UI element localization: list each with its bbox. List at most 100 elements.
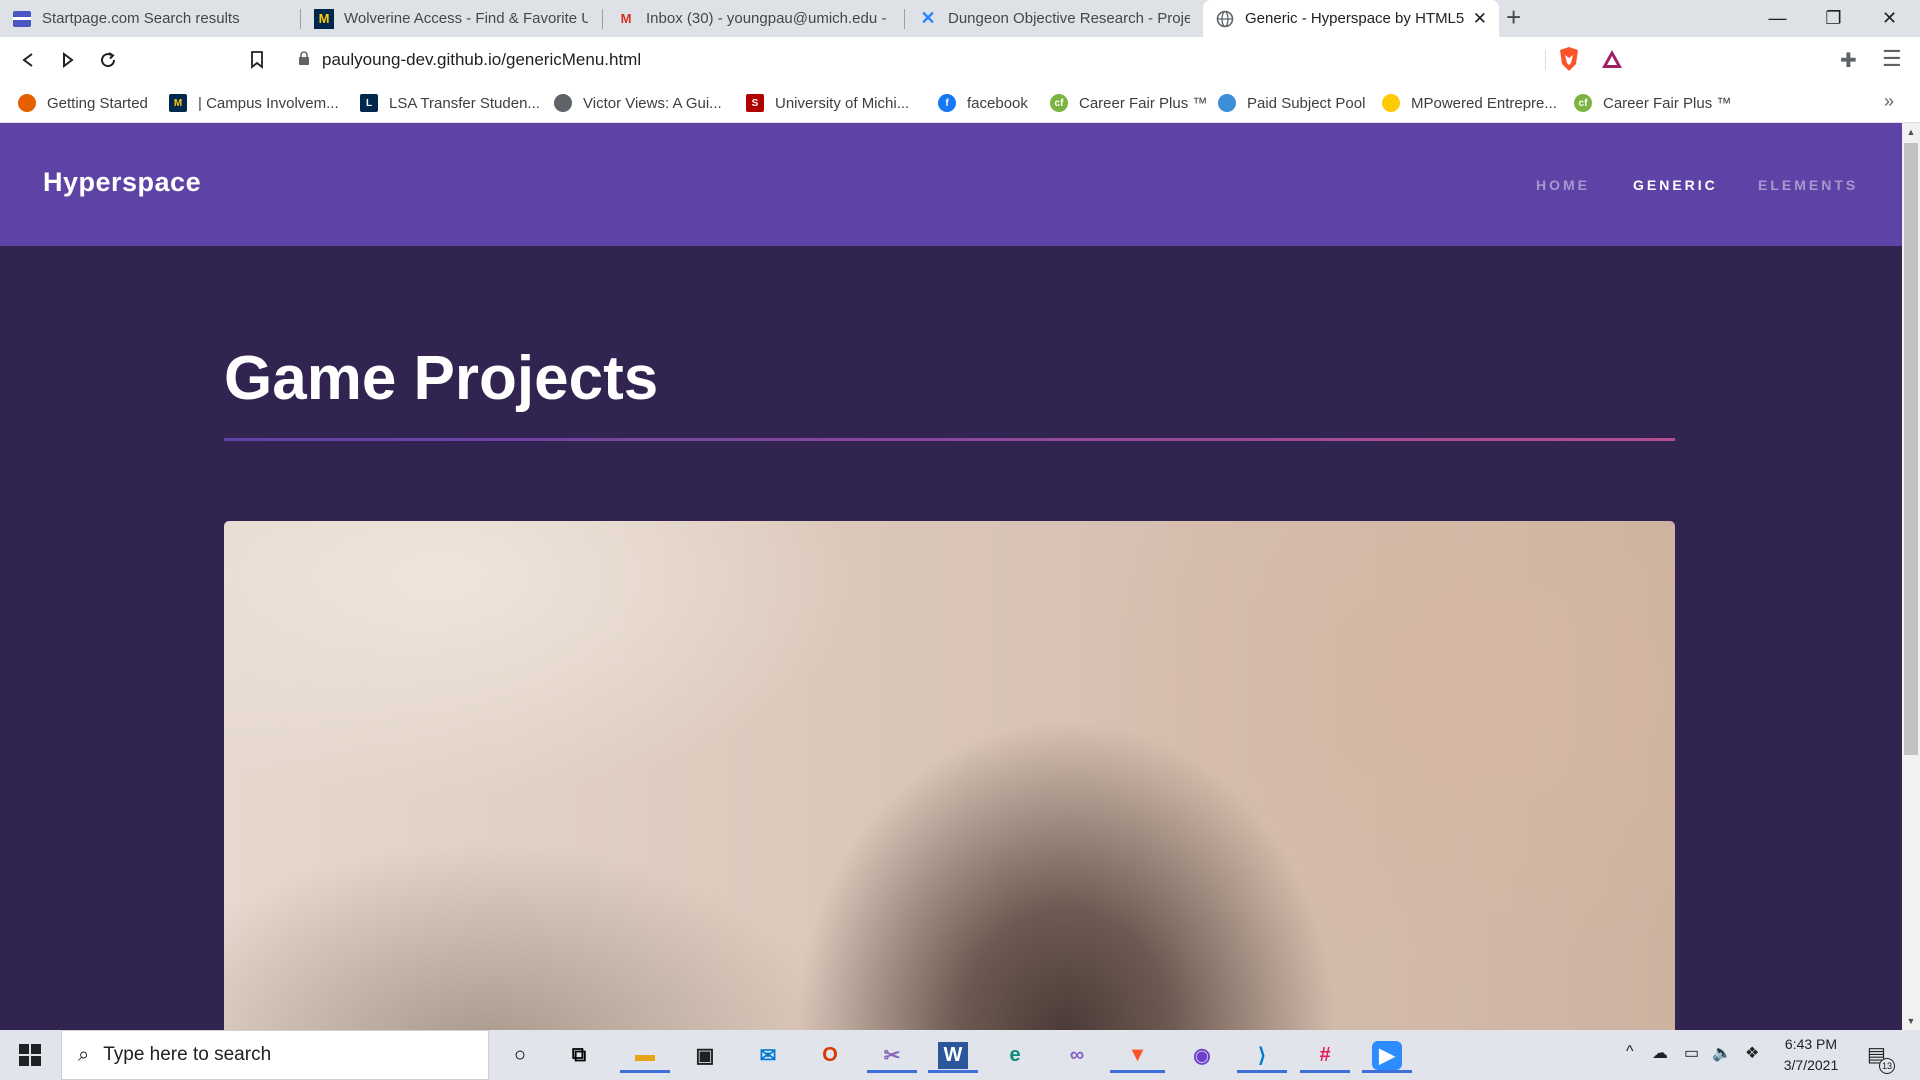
- reload-icon[interactable]: [94, 46, 122, 74]
- tab-startpage[interactable]: Startpage.com Search results: [0, 0, 298, 37]
- tab-title: Generic - Hyperspace by HTML5 U: [1245, 10, 1465, 27]
- active-app-indicator: [867, 1070, 917, 1073]
- show-hidden-icons-icon[interactable]: ^: [1626, 1043, 1634, 1061]
- more-bookmarks-icon[interactable]: »: [1884, 91, 1894, 112]
- active-app-indicator: [620, 1070, 670, 1073]
- brave-shield-icon[interactable]: [1557, 45, 1581, 73]
- scroll-down-icon[interactable]: ▼: [1902, 1012, 1920, 1030]
- tab-divider: [602, 9, 603, 29]
- active-app-indicator: [1110, 1070, 1165, 1073]
- github-desktop-icon[interactable]: ◉: [1182, 1037, 1222, 1073]
- search-icon: ⌕: [78, 1043, 90, 1066]
- tab-hyperspace-generic[interactable]: Generic - Hyperspace by HTML5 U ✕: [1203, 0, 1499, 37]
- brave-icon[interactable]: ▼: [1110, 1037, 1165, 1073]
- slack-icon[interactable]: #: [1300, 1037, 1350, 1073]
- extensions-icon[interactable]: ✚: [1840, 48, 1857, 73]
- startpage-icon: [12, 9, 32, 29]
- firefox-icon: [18, 94, 36, 112]
- zoom-icon[interactable]: ▶: [1362, 1037, 1412, 1073]
- bookmark-item[interactable]: Paid Subject Pool: [1218, 83, 1365, 123]
- restore-icon[interactable]: ❐: [1806, 0, 1861, 37]
- bookmark-item[interactable]: L LSA Transfer Studen...: [360, 83, 540, 123]
- office-icon[interactable]: O: [810, 1037, 850, 1073]
- back-icon[interactable]: [14, 46, 42, 74]
- scrollbar-thumb[interactable]: [1904, 143, 1918, 755]
- hero-image: [224, 521, 1675, 1030]
- facebook-icon: f: [938, 94, 956, 112]
- bookmark-label: Getting Started: [47, 94, 148, 112]
- globe-icon: [554, 94, 572, 112]
- address-bar[interactable]: paulyoung-dev.github.io/genericMenu.html: [286, 42, 1602, 78]
- careerfair-icon: cf: [1574, 94, 1592, 112]
- minimize-icon[interactable]: —: [1750, 0, 1805, 37]
- forward-icon[interactable]: [54, 46, 82, 74]
- vscode-icon[interactable]: ⟩: [1237, 1037, 1287, 1073]
- tab-wolverine-access[interactable]: M Wolverine Access - Find & Favorite Un: [302, 0, 600, 37]
- active-app-indicator: [1362, 1070, 1412, 1073]
- new-tab-icon[interactable]: +: [1506, 2, 1521, 33]
- bookmark-item[interactable]: cf Career Fair Plus ™: [1574, 83, 1731, 123]
- clock-date[interactable]: 3/7/2021: [1777, 1057, 1845, 1073]
- store-icon[interactable]: ▣: [685, 1037, 725, 1073]
- scroll-up-icon[interactable]: ▲: [1902, 123, 1920, 141]
- bookmark-item[interactable]: M | Campus Involvem...: [169, 83, 339, 123]
- browser-menu-icon[interactable]: ☰: [1882, 46, 1902, 72]
- tab-divider: [300, 9, 301, 29]
- umich-icon: M: [314, 8, 334, 29]
- volume-icon[interactable]: 🔈: [1712, 1043, 1732, 1063]
- page-title: Game Projects: [224, 344, 659, 413]
- gmail-icon: M: [620, 11, 632, 26]
- edge-icon[interactable]: e: [995, 1037, 1035, 1073]
- bookmark-label: Paid Subject Pool: [1247, 94, 1366, 112]
- windows-taskbar: ⌕ Type here to search ○ ⧉ ▬ ▣ ✉ O ✂ W e …: [0, 1030, 1920, 1080]
- nav-generic[interactable]: GENERIC: [1633, 177, 1718, 193]
- taskbar-search-box[interactable]: ⌕ Type here to search: [61, 1030, 489, 1080]
- nav-home[interactable]: HOME: [1536, 177, 1590, 193]
- umich-icon: M: [169, 94, 187, 112]
- visual-studio-icon[interactable]: ∞: [1057, 1037, 1097, 1073]
- careerfair-icon: cf: [1050, 94, 1068, 112]
- lock-icon: [298, 51, 310, 69]
- bookmark-item[interactable]: S University of Michi...: [746, 83, 909, 123]
- battery-icon[interactable]: ▭: [1684, 1043, 1699, 1063]
- lsa-icon: L: [360, 94, 378, 112]
- bookmark-item[interactable]: cf Career Fair Plus ™: [1050, 83, 1207, 123]
- bookmark-item[interactable]: f facebook: [938, 83, 1028, 123]
- tab-gmail-inbox[interactable]: M Inbox (30) - youngpau@umich.edu - U: [604, 0, 902, 37]
- bookmark-item[interactable]: MPowered Entrepre...: [1382, 83, 1557, 123]
- bookmark-icon[interactable]: [243, 46, 271, 74]
- brave-rewards-icon[interactable]: [1600, 48, 1624, 70]
- active-app-indicator: [1237, 1070, 1287, 1073]
- snip-icon[interactable]: ✂: [867, 1037, 917, 1073]
- bookmark-label: LSA Transfer Studen...: [389, 94, 540, 112]
- tab-strip: Startpage.com Search results M Wolverine…: [0, 0, 1920, 37]
- hexagon-icon: [1382, 94, 1400, 112]
- address-bar-divider: [1545, 50, 1546, 70]
- close-window-icon[interactable]: ✕: [1862, 0, 1917, 37]
- web-page: Hyperspace HOME GENERIC ELEMENTS Game Pr…: [0, 123, 1902, 1030]
- tab-title: Startpage.com Search results: [42, 10, 240, 27]
- page-scrollbar[interactable]: ▲ ▼: [1902, 123, 1920, 1030]
- close-tab-icon[interactable]: ✕: [1473, 9, 1487, 29]
- word-icon[interactable]: W: [928, 1037, 978, 1073]
- dropbox-icon[interactable]: ❖: [1745, 1043, 1759, 1063]
- site-header: Hyperspace HOME GENERIC ELEMENTS: [0, 123, 1902, 246]
- nav-elements[interactable]: ELEMENTS: [1758, 177, 1858, 193]
- windows-start-icon[interactable]: [10, 1040, 50, 1070]
- search-placeholder: Type here to search: [103, 1044, 272, 1065]
- file-explorer-icon[interactable]: ▬: [620, 1037, 670, 1073]
- task-view-icon[interactable]: ⧉: [559, 1037, 599, 1073]
- globe-icon: [1215, 9, 1235, 29]
- mail-icon[interactable]: ✉: [748, 1037, 788, 1073]
- sp-icon: S: [746, 94, 764, 112]
- site-logo[interactable]: Hyperspace: [43, 167, 201, 198]
- bookmarks-bar: Getting Started M | Campus Involvem... L…: [0, 83, 1920, 123]
- cortana-icon[interactable]: ○: [500, 1037, 540, 1073]
- bookmark-label: | Campus Involvem...: [198, 94, 339, 112]
- clock-time[interactable]: 6:43 PM: [1777, 1036, 1845, 1052]
- bookmark-label: Career Fair Plus ™: [1079, 94, 1208, 112]
- bookmark-item[interactable]: Victor Views: A Gui...: [554, 83, 722, 123]
- tab-dungeon-research[interactable]: ✕ Dungeon Objective Research - Project: [906, 0, 1202, 37]
- bookmark-item[interactable]: Getting Started: [18, 83, 148, 123]
- onedrive-icon[interactable]: ☁: [1652, 1043, 1668, 1063]
